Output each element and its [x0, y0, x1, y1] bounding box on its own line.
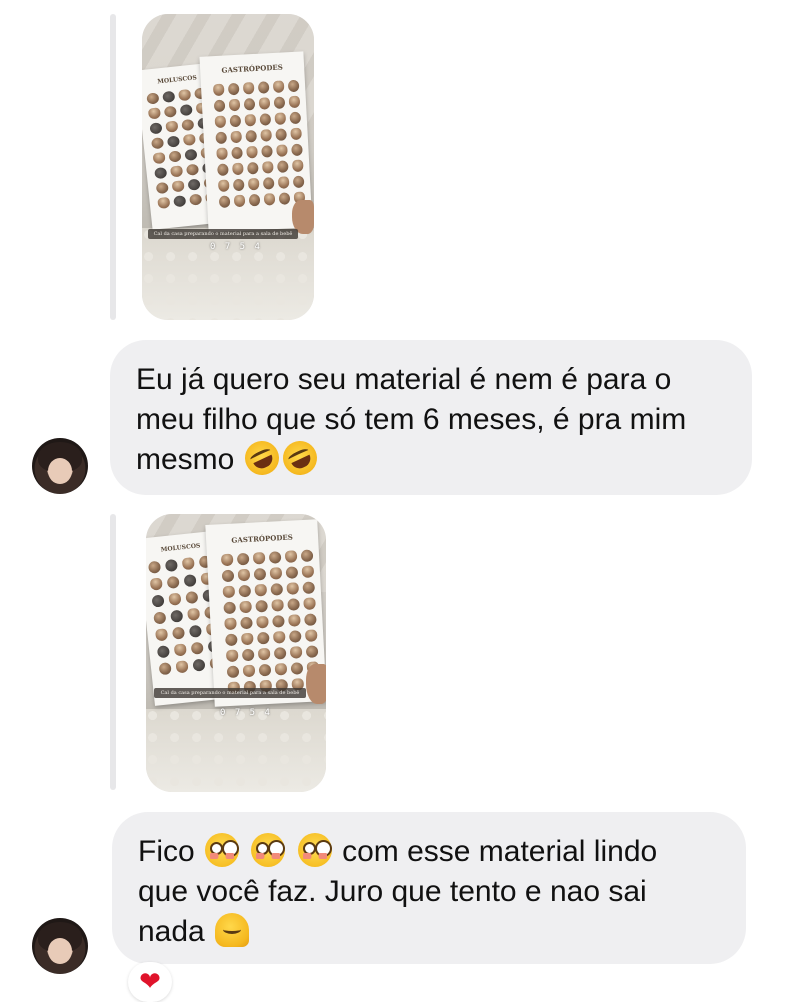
flushed-face-emoji	[297, 833, 332, 867]
story-thumbnail[interactable]: MOLUSCOS GASTRÓPODES Cal da casa prepara…	[142, 14, 314, 320]
message-text-fragment: mesmo	[136, 443, 235, 476]
hand	[306, 664, 326, 704]
avatar[interactable]	[32, 438, 88, 494]
story-caption: Cal da casa preparando o material para a…	[148, 229, 298, 239]
avatar[interactable]	[32, 918, 88, 974]
avatar-face	[48, 458, 72, 484]
melting-face-emoji	[215, 913, 250, 947]
message-text-line: que você faz. Juro que tento e nao sai	[138, 875, 647, 908]
avatar-face	[48, 938, 72, 964]
message-text-line: meu filho que só tem 6 meses, é pra mim	[136, 403, 687, 436]
rolling-on-floor-laughing-emoji	[239, 435, 285, 481]
shell-grid	[220, 549, 321, 695]
message-text-fragment: Fico	[138, 835, 195, 868]
story-timer: 0 7 5 4	[210, 242, 262, 252]
message-text-line: Eu já quero seu material é nem é para o	[136, 363, 672, 396]
story-reply-bar	[110, 514, 116, 790]
shell-grid	[212, 79, 306, 209]
paper-title: GASTRÓPODES	[231, 532, 293, 545]
flushed-face-emoji	[251, 833, 286, 867]
message-bubble[interactable]: Fico com esse material lindo que você fa…	[112, 812, 746, 964]
heart-icon: ❤	[139, 967, 161, 997]
message-text-fragment: com esse material lindo	[342, 835, 658, 868]
message-text-line: nada	[138, 912, 722, 952]
paper-title: GASTRÓPODES	[221, 62, 284, 75]
message-text-line: mesmo	[136, 435, 728, 481]
story-thumbnail[interactable]: MOLUSCOS GASTRÓPODES Cal da casa prepara…	[146, 514, 326, 792]
story-timer: 0 7 5 4	[220, 708, 272, 718]
story-reply-bar	[110, 14, 116, 320]
message-text-line: Fico com esse material lindo	[138, 832, 722, 872]
flushed-face-emoji	[205, 833, 240, 867]
message-text-fragment: nada	[138, 915, 205, 948]
bedsheet	[146, 708, 326, 792]
heart-reaction[interactable]: ❤	[128, 962, 172, 1002]
story-caption: Cal da casa preparando o material para a…	[154, 688, 306, 698]
rolling-on-floor-laughing-emoji	[277, 435, 323, 481]
message-bubble[interactable]: Eu já quero seu material é nem é para o …	[110, 340, 752, 495]
